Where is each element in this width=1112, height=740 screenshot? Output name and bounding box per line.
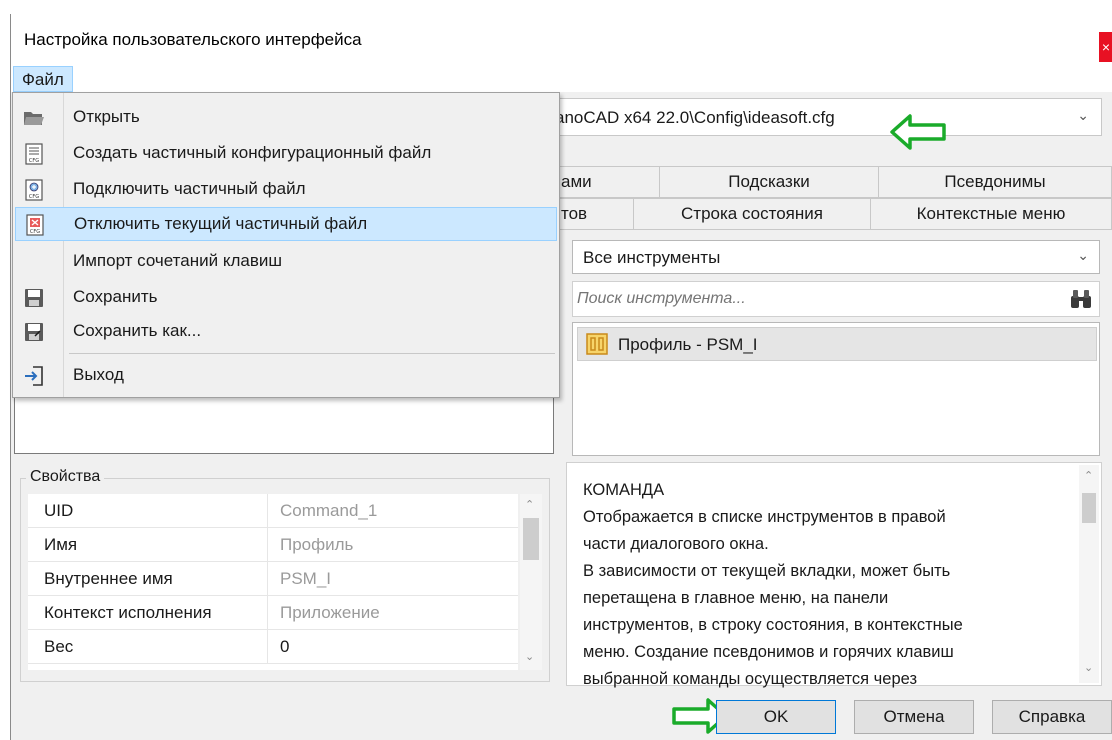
- menu-item-label: Выход: [73, 365, 124, 384]
- property-key: Имя: [28, 528, 268, 562]
- tab-aliases[interactable]: Псевдонимы: [878, 166, 1112, 198]
- help-button[interactable]: Справка: [992, 700, 1112, 734]
- floppy-saveas-icon: [25, 323, 43, 341]
- description-line: инструментов, в строку состояния, в конт…: [583, 616, 963, 634]
- description-line: части диалогового окна.: [583, 535, 769, 553]
- tools-list[interactable]: Профиль - PSM_I: [572, 322, 1100, 456]
- menu-item-attach-partial[interactable]: CFG Подключить частичный файл: [15, 173, 557, 207]
- tool-search-box[interactable]: [572, 281, 1100, 317]
- properties-group: Свойства UID Command_1 Имя Профиль Внутр…: [14, 462, 562, 686]
- menu-item-label: Отключить текущий частичный файл: [74, 214, 368, 233]
- table-row[interactable]: Вес 0: [28, 630, 518, 664]
- scroll-thumb[interactable]: [523, 518, 539, 560]
- table-row[interactable]: Внутреннее имя PSM_I: [28, 562, 518, 596]
- table-row[interactable]: Имя Профиль: [28, 528, 518, 562]
- menu-item-exit[interactable]: Выход: [15, 359, 557, 393]
- tab-status-bar[interactable]: Строка состояния: [633, 198, 871, 230]
- menu-item-save[interactable]: Сохранить: [15, 281, 557, 315]
- menu-item-label: Создать частичный конфигурационный файл: [73, 143, 432, 162]
- chevron-down-icon: ⌄: [1077, 107, 1089, 123]
- description-line: меню. Создание псевдонимов и горячих кла…: [583, 643, 954, 661]
- svg-text:CFG: CFG: [30, 229, 40, 235]
- description-text: КОМАНДА Отображается в списке инструмент…: [583, 477, 1073, 693]
- properties-legend: Свойства: [26, 468, 105, 486]
- chevron-down-icon: ⌄: [1077, 247, 1089, 263]
- description-scrollbar[interactable]: ⌃ ⌄: [1079, 465, 1099, 683]
- list-item[interactable]: Профиль - PSM_I: [577, 327, 1097, 361]
- property-value: Профиль: [280, 535, 354, 554]
- menu-separator: [69, 353, 555, 354]
- window-title: Настройка пользовательского интерфейса: [24, 30, 362, 49]
- properties-scrollbar[interactable]: ⌃ ⌄: [520, 494, 542, 670]
- menu-item-label: Импорт сочетаний клавиш: [73, 251, 282, 270]
- description-heading: КОМАНДА: [583, 481, 665, 499]
- config-path-value: anoCAD x64 22.0\Config\ideasoft.cfg: [555, 108, 835, 127]
- cfg-detach-icon: CFG: [26, 214, 44, 236]
- properties-grid[interactable]: UID Command_1 Имя Профиль Внутреннее имя…: [28, 494, 518, 670]
- menu-item-label: Открыть: [73, 107, 140, 126]
- property-value: Приложение: [280, 603, 380, 622]
- tools-filter-select[interactable]: Все инструменты ⌄: [572, 240, 1100, 274]
- exit-icon: [25, 366, 43, 386]
- green-arrow-pointer-icon: [890, 114, 946, 150]
- profile-icon: [586, 333, 608, 355]
- table-row[interactable]: UID Command_1: [28, 494, 518, 528]
- menu-file[interactable]: Файл: [13, 66, 73, 92]
- menu-item-detach-partial[interactable]: CFG Отключить текущий частичный файл: [15, 207, 557, 241]
- tool-item-label: Профиль - PSM_I: [618, 335, 758, 354]
- cfg-attach-icon: CFG: [25, 179, 43, 201]
- cfg-new-icon: CFG: [25, 143, 43, 165]
- close-button[interactable]: ×: [1099, 32, 1112, 62]
- ok-button[interactable]: OK: [716, 700, 836, 734]
- scroll-down-icon[interactable]: ⌄: [525, 650, 534, 663]
- scroll-up-icon[interactable]: ⌃: [525, 498, 534, 511]
- property-value: PSM_I: [280, 569, 332, 588]
- svg-text:CFG: CFG: [29, 158, 39, 164]
- description-line: перетащена в главное меню, на панели: [583, 589, 889, 607]
- property-key: Внутреннее имя: [28, 562, 268, 596]
- description-line: выбранной команды осуществляется через: [583, 670, 918, 688]
- description-panel: КОМАНДА Отображается в списке инструмент…: [566, 462, 1102, 688]
- property-key: UID: [28, 494, 268, 528]
- property-key: Контекст исполнения: [28, 596, 268, 630]
- floppy-icon: [25, 289, 43, 307]
- description-line: В зависимости от текущей вкладки, может …: [583, 562, 951, 580]
- title-bar: Настройка пользовательского интерфейса ×: [11, 14, 1112, 66]
- tabs-row-1: ами Подсказки Псевдонимы: [540, 166, 1112, 198]
- scroll-thumb[interactable]: [1082, 493, 1096, 523]
- menu-item-open[interactable]: Открыть: [15, 101, 557, 135]
- table-row[interactable]: Контекст исполнения Приложение: [28, 596, 518, 630]
- tab-tooltips[interactable]: Подсказки: [659, 166, 879, 198]
- cancel-button[interactable]: Отмена: [854, 700, 974, 734]
- file-menu-dropdown: Открыть CFG Создать частичный конфигурац…: [12, 92, 560, 398]
- property-value: Command_1: [280, 501, 378, 520]
- menu-item-save-as[interactable]: Сохранить как...: [15, 315, 557, 349]
- description-line: Отображается в списке инструментов в пра…: [583, 508, 946, 526]
- tab-context-menus[interactable]: Контекстные меню: [870, 198, 1112, 230]
- menu-bar: Файл: [11, 66, 1112, 92]
- scroll-down-icon[interactable]: ⌄: [1084, 661, 1093, 674]
- tool-search-input[interactable]: [577, 286, 1047, 312]
- binoculars-icon[interactable]: [1069, 288, 1093, 310]
- property-value[interactable]: 0: [268, 630, 518, 664]
- menu-item-label: Сохранить: [73, 287, 158, 306]
- menu-item-label: Сохранить как...: [73, 321, 202, 340]
- menu-item-create-partial-cfg[interactable]: CFG Создать частичный конфигурационный ф…: [15, 137, 557, 171]
- menu-item-label: Подключить частичный файл: [73, 179, 306, 198]
- tools-filter-value: Все инструменты: [583, 248, 721, 267]
- property-key: Вес: [28, 630, 268, 664]
- folder-open-icon: [24, 112, 44, 125]
- svg-text:CFG: CFG: [29, 194, 39, 200]
- menu-item-import-shortcuts[interactable]: Импорт сочетаний клавиш: [15, 245, 557, 279]
- config-path-combo[interactable]: anoCAD x64 22.0\Config\ideasoft.cfg ⌄: [540, 98, 1102, 136]
- tabs-row-2: тов Строка состояния Контекстные меню: [540, 198, 1112, 230]
- scroll-up-icon[interactable]: ⌃: [1084, 469, 1093, 482]
